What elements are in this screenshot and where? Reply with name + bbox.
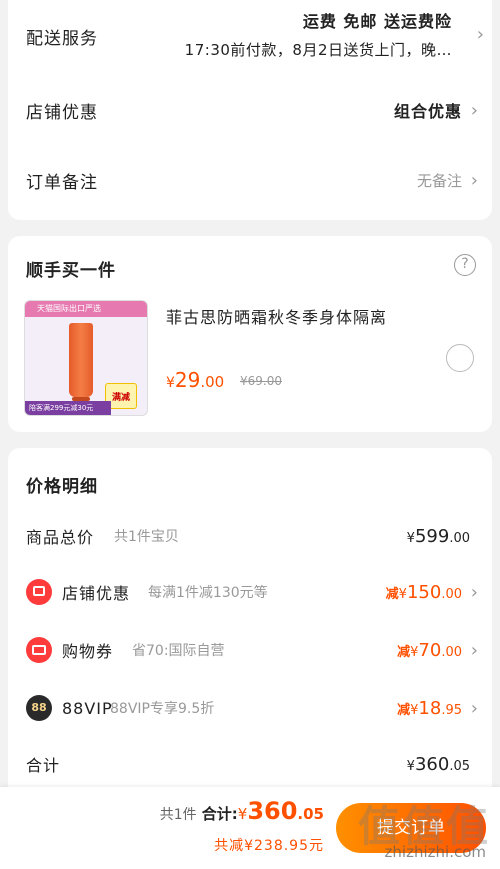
thumbnail-banner: 天猫国际出口严选	[25, 301, 147, 317]
amount-int: 18	[418, 697, 442, 719]
shop-discount-detail-row[interactable]: 店铺优惠 每满1件减130元等 减¥150.00 ›	[8, 576, 492, 608]
price-detail-card: 价格明细 商品总价 共1件宝贝 ¥599.00 店铺优惠 每满1件减130元等 …	[8, 448, 492, 808]
addon-price-symbol: ¥	[166, 375, 175, 391]
shop-discount-detail-label: 店铺优惠	[62, 584, 131, 603]
amount-dec: .00	[441, 586, 462, 602]
delivery-label: 配送服务	[26, 29, 98, 49]
price-total-amount: ¥360.05	[407, 754, 470, 775]
watermark-url: zhizhizhi.com	[384, 843, 486, 861]
price-total-row: 合计 ¥360.05	[8, 748, 492, 780]
goods-total-sub: 共1件宝贝	[114, 529, 179, 545]
amount-dec: .05	[449, 758, 470, 774]
coupon-sub: 省70:国际自营	[132, 643, 225, 659]
vip-row[interactable]: 88 88VIP 88VIP专享9.5折 减¥18.95 ›	[8, 692, 492, 724]
checkout-total-int: 360	[247, 797, 298, 825]
chevron-right-icon: ›	[470, 581, 478, 603]
delivery-time-info: 17:30前付款，8月2日送货上门，晚…	[184, 41, 452, 59]
order-note-value: 无备注	[416, 171, 462, 190]
price-detail-title: 价格明细	[26, 477, 98, 497]
goods-total-row: 商品总价 共1件宝贝 ¥599.00	[8, 520, 492, 552]
coupon-label: 购物券	[62, 642, 114, 661]
amount-int: 360	[414, 753, 450, 775]
addon-card: 顺手买一件 ? 天猫国际出口严选 满减 49 陪客满299元减30元 菲古思防晒…	[8, 236, 492, 432]
thumbnail-footer-text: 陪客满299元减30元	[29, 404, 94, 412]
checkout-total-dec: .05	[297, 805, 324, 823]
checkout-count: 共1件	[159, 807, 197, 823]
chevron-right-icon: ›	[476, 24, 484, 45]
addon-title: 顺手买一件	[26, 261, 116, 281]
checkout-total: 共1件 合计:¥360.05	[160, 797, 324, 825]
vip-label: 88VIP	[62, 698, 113, 718]
delivery-shipping-info: 运费 免邮 送运费险	[302, 12, 452, 31]
amount-dec: .00	[449, 530, 470, 546]
amount-int: 599	[414, 525, 450, 547]
coupon-amount: 减¥70.00	[397, 640, 462, 661]
vip-amount: 减¥18.95	[397, 698, 462, 719]
chevron-right-icon: ›	[470, 697, 478, 719]
chevron-right-icon: ›	[470, 99, 478, 121]
addon-original-price: ¥69.00	[240, 374, 282, 388]
chevron-right-icon: ›	[470, 169, 478, 191]
amount-prefix: 减	[385, 586, 399, 602]
delivery-row[interactable]: 配送服务 运费 免邮 送运费险 17:30前付款，8月2日送货上门，晚… ›	[8, 4, 492, 74]
amount-symbol: ¥	[398, 586, 407, 602]
thumbnail-banner-text: 天猫国际出口严选	[37, 304, 101, 313]
amount-dec: .95	[441, 702, 462, 718]
price-total-label: 合计	[26, 756, 61, 775]
coupon-row[interactable]: 购物券 省70:国际自营 减¥70.00 ›	[8, 634, 492, 666]
amount-int: 150	[406, 581, 442, 603]
amount-prefix: 减	[397, 644, 411, 660]
checkout-total-label: 合计:	[201, 805, 238, 823]
checkout-bar: 共1件 合计:¥360.05 共减¥238.95元 提交订单 值值值 zhizh…	[0, 787, 500, 869]
shop-discount-value: 组合优惠	[393, 102, 462, 121]
amount-prefix: 减	[397, 702, 411, 718]
vip-sub: 88VIP专享9.5折	[110, 701, 215, 717]
goods-total-label: 商品总价	[26, 528, 95, 547]
chevron-right-icon: ›	[470, 639, 478, 661]
thumbnail-footer: 陪客满299元减30元	[25, 401, 111, 415]
order-note-label: 订单备注	[26, 172, 98, 193]
help-icon[interactable]: ?	[454, 254, 476, 276]
order-options-card: 配送服务 运费 免邮 送运费险 17:30前付款，8月2日送货上门，晚… › 店…	[8, 0, 492, 220]
addon-select-radio[interactable]	[446, 344, 474, 372]
shop-discount-row[interactable]: 店铺优惠 组合优惠 ›	[8, 88, 492, 132]
vip-88-icon: 88	[26, 695, 52, 721]
coupon-icon	[26, 637, 52, 663]
addon-product-name[interactable]: 菲古思防晒霜秋冬季身体隔离	[166, 304, 387, 328]
shop-discount-detail-sub: 每满1件减130元等	[148, 585, 268, 601]
amount-int: 70	[418, 639, 442, 661]
addon-price-dec: .00	[200, 373, 225, 391]
product-thumbnail[interactable]: 天猫国际出口严选 满减 49 陪客满299元减30元	[24, 300, 148, 416]
product-tube-image	[69, 323, 93, 397]
checkout-saved: 共减¥238.95元	[214, 838, 324, 854]
checkout-total-symbol: ¥	[237, 805, 248, 823]
shop-discount-label: 店铺优惠	[26, 102, 98, 123]
amount-symbol: ¥	[406, 530, 415, 546]
shop-discount-detail-amount: 减¥150.00	[386, 582, 462, 603]
amount-symbol: ¥	[406, 758, 415, 774]
addon-price: ¥29.00	[166, 368, 224, 392]
goods-total-amount: ¥599.00	[407, 526, 470, 547]
order-note-row[interactable]: 订单备注 无备注 ›	[8, 158, 492, 202]
addon-price-int: 29	[174, 368, 201, 392]
amount-dec: .00	[441, 644, 462, 660]
shop-discount-icon	[26, 579, 52, 605]
thumbnail-promo-text: 满减 49	[111, 393, 130, 403]
